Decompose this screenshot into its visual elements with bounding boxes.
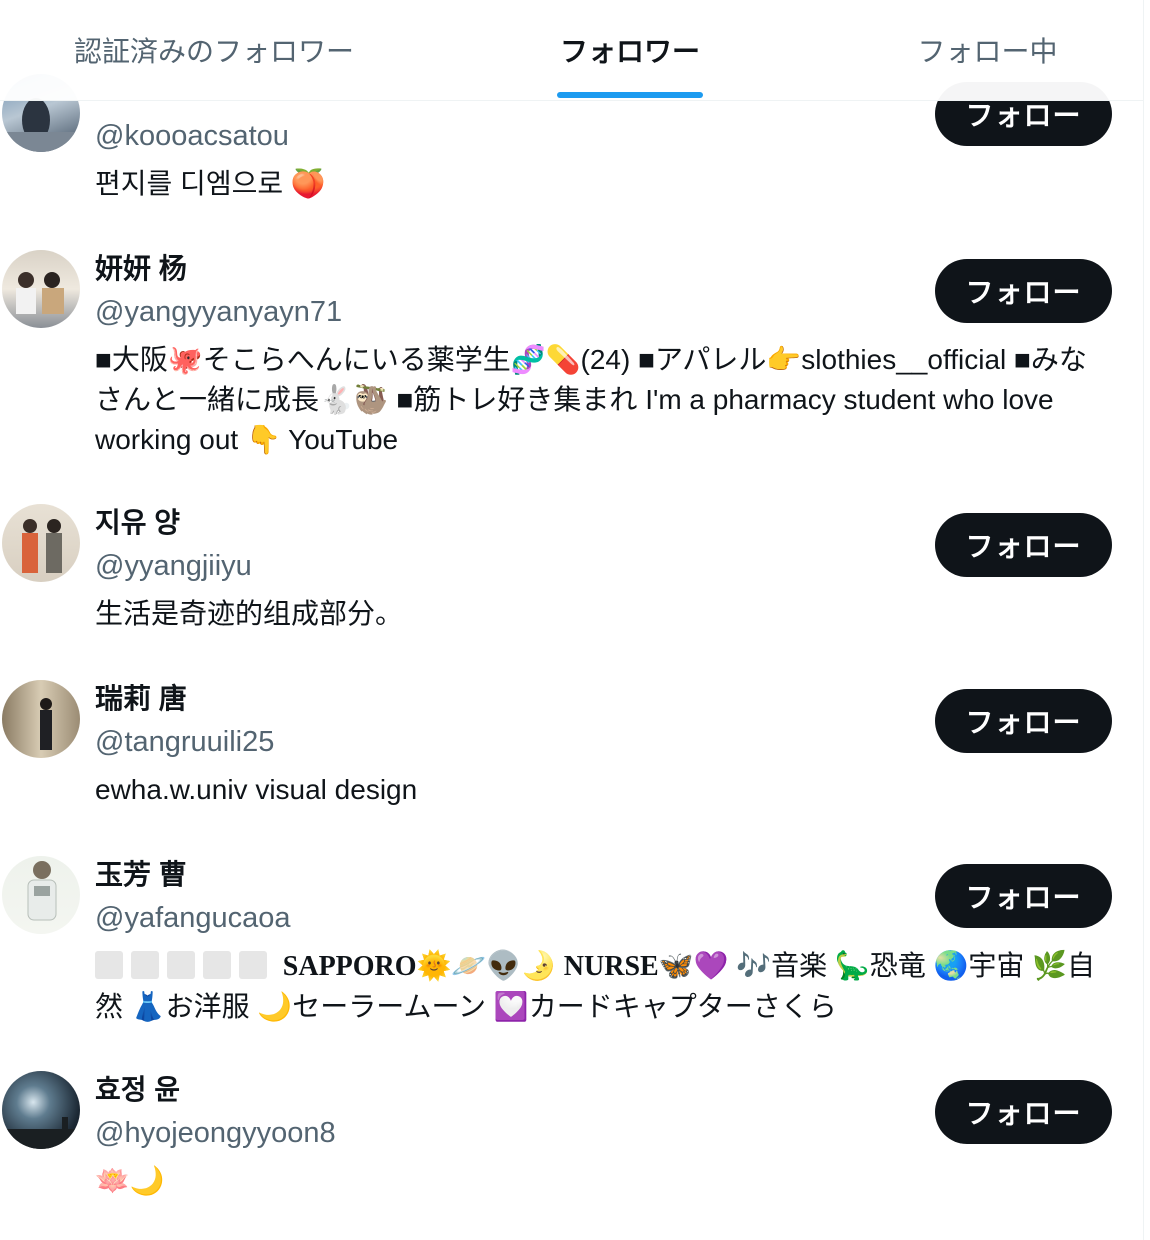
avatar-photo [22, 519, 62, 573]
follow-button[interactable]: フォロー [935, 1080, 1112, 1144]
bio: ■大阪🐙そこらへんにいる薬学生🧬💊(24) ■アパレル👉slothies__of… [95, 344, 1087, 455]
tab-followers[interactable]: フォロワー [428, 0, 832, 100]
bio: 편지를 디엠으로 🍑 [95, 168, 326, 199]
avatar[interactable] [2, 504, 80, 582]
avatar-photo [27, 861, 57, 921]
display-name: 玉芳 曹 [95, 859, 187, 890]
list-item[interactable]: 효정 윤 @hyojeongyyoon8 🪷🌙 フォロー [0, 1071, 1143, 1221]
follow-button[interactable]: フォロー [935, 513, 1112, 577]
follow-button[interactable]: フォロー [935, 689, 1112, 753]
tab-label: 認証済みのフォロワー [73, 36, 354, 67]
avatar[interactable] [2, 250, 80, 328]
follower-list: @koooacsatou 편지를 디엠으로 🍑 フォロー 妍妍 杨 @yangy… [0, 0, 1143, 1240]
tab-verified-followers[interactable]: 認証済みのフォロワー [0, 0, 428, 100]
bio: ewha.w.univ visual design [95, 774, 418, 805]
follow-button[interactable]: フォロー [935, 864, 1112, 928]
bio: SAPPORO🌞🪐👽🌛 NURSE🦋💜 🎶音楽 🦕恐竜 🌏宇宙 🌿自然 👗お洋服… [95, 946, 1095, 1027]
placeholder-glyph [167, 951, 195, 979]
display-name: 지유 양 [95, 507, 181, 538]
handle[interactable]: @yyangjiiyu [95, 548, 252, 584]
avatar[interactable] [2, 856, 80, 934]
list-item[interactable]: 妍妍 杨 @yangyyanyayn71 ■大阪🐙そこらへんにいる薬学生🧬💊(2… [0, 250, 1143, 480]
handle[interactable]: @koooacsatou [95, 118, 289, 154]
list-item[interactable]: 玉芳 曹 @yafangucaoa SAPPORO🌞🪐👽🌛 NURSE🦋💜 🎶音… [0, 856, 1143, 1046]
placeholder-glyph [95, 951, 123, 979]
display-name: 효정 윤 [95, 1074, 181, 1105]
active-tab-indicator [557, 92, 703, 98]
handle[interactable]: @tangruuili25 [95, 724, 274, 760]
tab-following[interactable]: フォロー中 [832, 0, 1143, 100]
avatar[interactable] [2, 1071, 80, 1149]
placeholder-glyph [131, 951, 159, 979]
bio: 🪷🌙 [95, 1165, 165, 1196]
display-name: 瑞莉 唐 [95, 683, 187, 714]
bio: 生活是奇迹的组成部分。 [95, 598, 404, 629]
avatar-photo [40, 698, 52, 750]
column-divider [1143, 0, 1144, 1240]
follow-button[interactable]: フォロー [935, 259, 1112, 323]
handle[interactable]: @yafangucaoa [95, 900, 291, 936]
avatar[interactable] [2, 680, 80, 758]
tab-label: フォロワー [559, 36, 700, 67]
bio-segment: SAPPORO🌞🪐👽🌛 [282, 951, 557, 982]
avatar-photo [2, 1117, 80, 1149]
list-item[interactable]: 瑞莉 唐 @tangruuili25 ewha.w.univ visual de… [0, 680, 1143, 830]
display-name: 妍妍 杨 [95, 253, 187, 284]
handle[interactable]: @hyojeongyyoon8 [95, 1115, 336, 1151]
tab-bar: 認証済みのフォロワー フォロワー フォロー中 [0, 0, 1143, 101]
avatar-photo [16, 272, 64, 314]
handle[interactable]: @yangyyanyayn71 [95, 294, 342, 330]
list-item[interactable]: 지유 양 @yyangjiiyu 生活是奇迹的组成部分。 フォロー [0, 504, 1143, 654]
tab-label: フォロー中 [917, 36, 1058, 67]
bio-segment: NURSE🦋💜 [563, 951, 729, 982]
list-item[interactable]: @koooacsatou 편지를 디엠으로 🍑 フォロー [0, 74, 1143, 230]
placeholder-glyph [239, 951, 267, 979]
placeholder-glyph [203, 951, 231, 979]
